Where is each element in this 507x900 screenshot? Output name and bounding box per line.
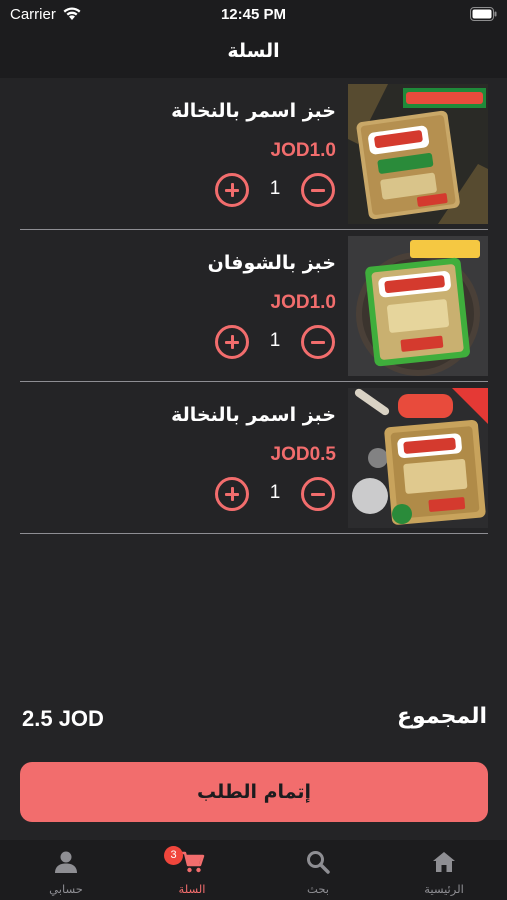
item-name: خبز اسمر بالنخالة	[171, 404, 336, 426]
quantity-stepper: 1	[215, 477, 335, 511]
home-icon	[433, 852, 455, 872]
quantity-value: 1	[269, 178, 281, 199]
decrease-quantity-button[interactable]	[301, 325, 335, 359]
cart-item: خبز بالشوفان JOD1.0 1	[20, 230, 488, 382]
decrease-quantity-button[interactable]	[301, 173, 335, 207]
quantity-stepper: 1	[215, 173, 335, 207]
increase-quantity-button[interactable]	[215, 477, 249, 511]
checkout-button[interactable]: إتمام الطلب	[20, 762, 488, 822]
status-bar: Carrier 12:45 PM	[0, 0, 507, 30]
tab-label: السلة	[178, 882, 206, 896]
quantity-value: 1	[269, 330, 281, 351]
cart-count-badge: 3	[164, 846, 183, 865]
status-time: 12:45 PM	[220, 6, 287, 23]
tab-account[interactable]: حسابي	[3, 840, 129, 900]
tab-search[interactable]: بحث	[255, 840, 381, 900]
search-icon	[307, 851, 330, 874]
decrease-quantity-button[interactable]	[301, 477, 335, 511]
quantity-value: 1	[269, 482, 281, 503]
total-value: 2.5 JOD	[22, 706, 104, 731]
item-price: JOD1.0	[270, 140, 336, 161]
bread-oat-package-image	[348, 236, 488, 376]
tab-label: بحث	[307, 882, 329, 896]
bread-bran-new-package-image	[348, 388, 488, 528]
tab-cart[interactable]: 3 السلة	[129, 840, 255, 900]
increase-quantity-button[interactable]	[215, 325, 249, 359]
item-price: JOD1.0	[270, 292, 336, 313]
item-name: خبز اسمر بالنخالة	[171, 100, 336, 122]
total-row: 2.5 JOD المجموع	[22, 700, 487, 740]
cart-item: خبز اسمر بالنخالة JOD1.0 1	[20, 78, 488, 230]
tab-label: الرئيسية	[424, 882, 464, 896]
tab-bar: الرئيسية بحث 3 السلة حسابي	[0, 840, 507, 900]
navigation-bar: السلة	[0, 30, 507, 78]
tab-home[interactable]: الرئيسية	[381, 840, 507, 900]
tab-label: حسابي	[49, 882, 83, 896]
increase-quantity-button[interactable]	[215, 173, 249, 207]
total-label: المجموع	[397, 704, 487, 729]
battery-icon	[470, 7, 497, 21]
item-price: JOD0.5	[270, 444, 336, 465]
cart-item: خبز اسمر بالنخالة JOD0.5 1	[20, 382, 488, 534]
bread-bran-package-image	[348, 84, 488, 224]
person-icon	[55, 851, 77, 873]
page-title: السلة	[227, 40, 280, 62]
quantity-stepper: 1	[215, 325, 335, 359]
item-name: خبز بالشوفان	[207, 252, 336, 274]
cart-icon	[181, 851, 205, 873]
